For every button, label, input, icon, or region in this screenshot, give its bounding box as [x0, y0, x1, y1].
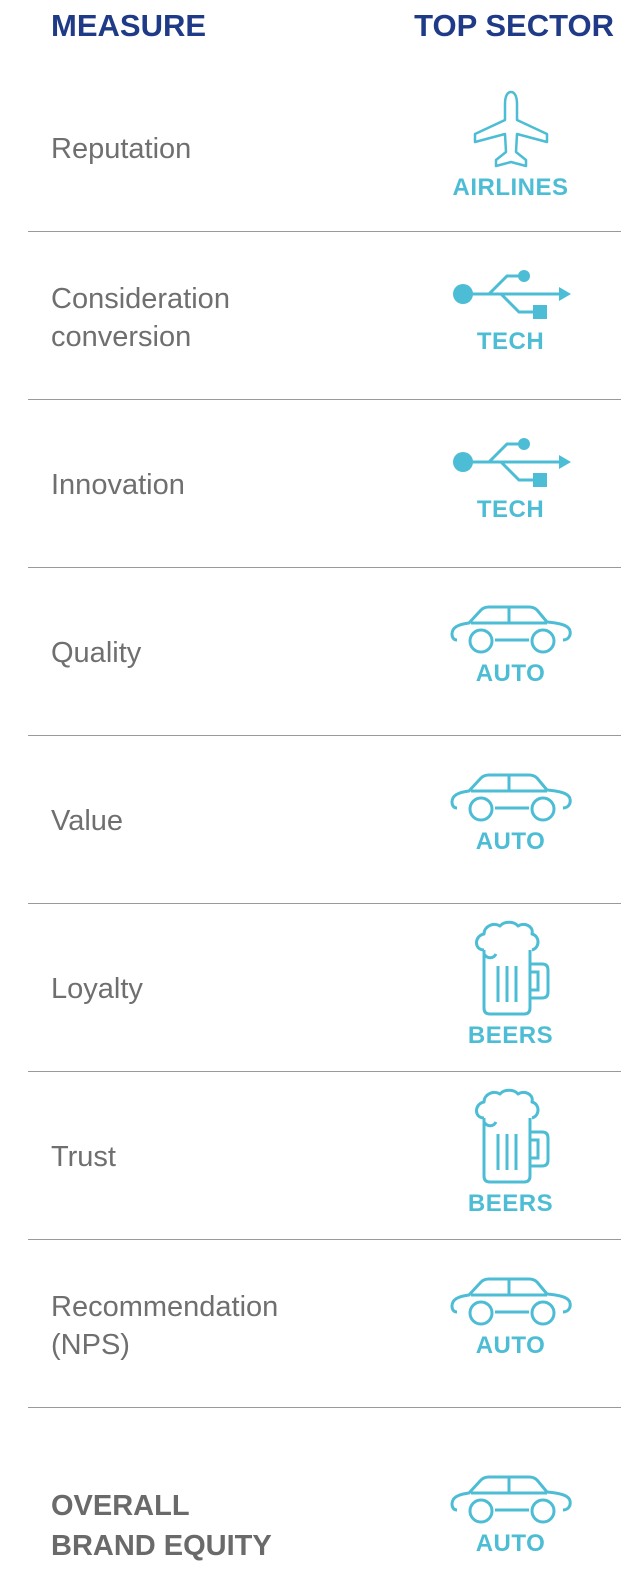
measure-label: Consideration conversion: [51, 280, 230, 356]
table-header: MEASURE TOP SECTOR: [0, 0, 627, 60]
sector-label: BEERS: [467, 1190, 554, 1217]
table-row: Recommendation (NPS) AUTO: [28, 1240, 621, 1408]
measure-label: Loyalty: [51, 970, 143, 1008]
table-row: Consideration conversion TECH: [28, 232, 621, 400]
sector-label: AUTO: [475, 1332, 546, 1359]
measure-line: Consideration: [51, 283, 230, 315]
sector-cell: AUTO: [428, 772, 593, 856]
car-icon: [450, 773, 572, 822]
sector-cell: TECH: [428, 434, 593, 524]
table-row: Trust BEERS: [28, 1072, 621, 1240]
measure-line: OVERALL: [51, 1490, 190, 1522]
measure-line: Loyalty: [51, 973, 143, 1005]
measure-label: Recommendation (NPS): [51, 1288, 278, 1364]
sector-label: AIRLINES: [452, 174, 569, 201]
measure-line: (NPS): [51, 1329, 130, 1361]
measure-label: Innovation: [51, 466, 185, 504]
measure-line: Reputation: [51, 133, 192, 165]
measure-line: Recommendation: [51, 1291, 279, 1323]
measure-line: BRAND EQUITY: [51, 1530, 272, 1562]
sector-cell: AUTO: [428, 1276, 593, 1360]
table-row: Value AUTO: [28, 736, 621, 904]
table-row: OVERALL BRAND EQUITY AUTO: [28, 1408, 621, 1582]
measure-line: Innovation: [51, 469, 185, 501]
measure-line: conversion: [51, 321, 192, 353]
usb-icon: [452, 270, 571, 319]
table-row: Quality AUTO: [28, 568, 621, 736]
usb-icon: [452, 438, 571, 487]
airplane-icon: [473, 90, 548, 168]
car-icon: [450, 605, 572, 654]
measure-label: Quality: [51, 634, 141, 672]
sector-cell: AIRLINES: [428, 88, 593, 202]
measure-column-header: MEASURE: [51, 8, 207, 43]
measure-label: Value: [51, 802, 123, 840]
sector-cell: AUTO: [428, 1474, 593, 1558]
measure-line: Trust: [51, 1141, 116, 1173]
table-row: Loyalty BEERS: [28, 904, 621, 1072]
sector-label: AUTO: [475, 660, 546, 687]
sector-cell: TECH: [428, 266, 593, 356]
measure-label: Reputation: [51, 130, 191, 168]
sector-cell: BEERS: [428, 1088, 593, 1218]
beer-mug-icon: [474, 1088, 549, 1184]
sector-cell: AUTO: [428, 604, 593, 688]
measure-line: Value: [51, 805, 124, 837]
measure-label: Trust: [51, 1138, 116, 1176]
sector-label: AUTO: [475, 1530, 546, 1557]
table-row: Reputation AIRLINES: [28, 60, 621, 232]
sector-label: TECH: [476, 496, 545, 523]
table-row: Innovation TECH: [28, 400, 621, 568]
sector-label: BEERS: [467, 1022, 554, 1049]
sector-cell: BEERS: [428, 920, 593, 1050]
sector-label: AUTO: [475, 828, 546, 855]
measure-label: OVERALL BRAND EQUITY: [51, 1486, 272, 1566]
sector-label: TECH: [476, 328, 545, 355]
top-sector-column-header: TOP SECTOR: [414, 8, 614, 43]
car-icon: [450, 1475, 572, 1524]
measure-line: Quality: [51, 637, 142, 669]
car-icon: [450, 1277, 572, 1326]
beer-mug-icon: [474, 920, 549, 1016]
